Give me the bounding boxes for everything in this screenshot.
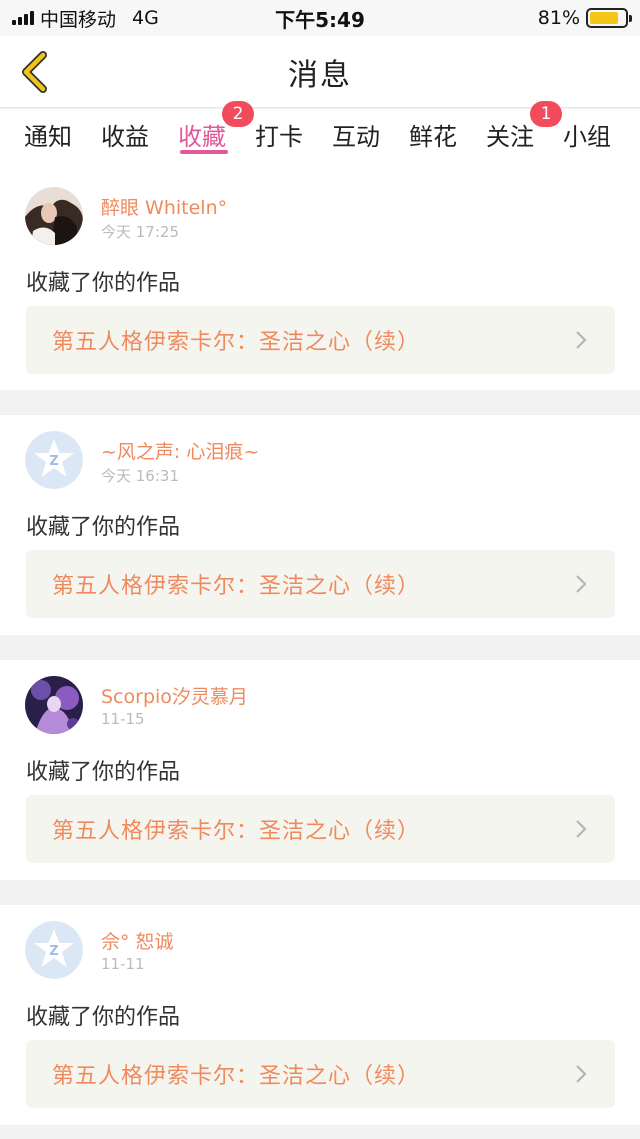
tab-label: 互动 — [332, 123, 380, 151]
status-right: 81% — [408, 7, 632, 29]
tab-label: 打卡 — [255, 123, 303, 151]
username[interactable]: 醉眼 Whiteln° — [101, 193, 227, 220]
tab-favorites[interactable]: 收藏 2 — [178, 101, 255, 171]
work-link[interactable]: 第五人格伊索卡尔：圣洁之心（续） — [26, 1040, 615, 1108]
username[interactable]: Scorpio汐灵慕月 — [101, 682, 248, 709]
network-label: 4G — [132, 7, 159, 29]
signal-icon — [12, 11, 34, 25]
action-text: 收藏了你的作品 — [26, 1005, 181, 1030]
work-link[interactable]: 第五人格伊索卡尔：圣洁之心（续） — [26, 306, 615, 374]
avatar[interactable] — [25, 676, 83, 734]
avatar[interactable] — [25, 187, 83, 245]
list-item: Scorpio汐灵慕月 11-15 收藏了你的作品 第五人格伊索卡尔：圣洁之心（… — [0, 660, 640, 880]
tab-checkin[interactable]: 打卡 — [255, 109, 332, 171]
timestamp: 今天 17:25 — [101, 223, 179, 241]
tab-label: 鲜花 — [409, 123, 457, 151]
timestamp: 11-11 — [101, 955, 145, 973]
work-title: 第五人格伊索卡尔：圣洁之心（续） — [52, 574, 421, 599]
tab-label: 小组 — [563, 123, 611, 151]
battery-level — [590, 12, 618, 24]
user-photo-icon — [25, 676, 83, 734]
message-list: 醉眼 Whiteln° 今天 17:25 收藏了你的作品 第五人格伊索卡尔：圣洁… — [0, 171, 640, 1139]
tab-bar: 通知 收益 收藏 2 打卡 互动 鲜花 关注 1 小组 — [0, 101, 640, 171]
status-bar: 中国移动 4G 下午5:49 81% — [0, 0, 640, 36]
action-text: 收藏了你的作品 — [26, 760, 181, 785]
svg-text:Z: Z — [49, 454, 58, 469]
timestamp: 11-15 — [101, 710, 145, 728]
tab-label: 收藏 — [178, 123, 226, 151]
chevron-right-icon — [576, 820, 587, 838]
tab-label: 通知 — [24, 123, 72, 151]
work-title: 第五人格伊索卡尔：圣洁之心（续） — [52, 330, 421, 355]
username[interactable]: 佘° 恕诚 — [101, 927, 174, 954]
action-text: 收藏了你的作品 — [26, 271, 181, 296]
chevron-right-icon — [576, 575, 587, 593]
svg-text:Z: Z — [49, 944, 58, 959]
battery-percent: 81% — [537, 7, 580, 29]
unread-badge: 1 — [530, 101, 562, 127]
avatar[interactable]: Z — [25, 431, 83, 489]
tab-follow[interactable]: 关注 1 — [486, 101, 563, 171]
tab-label: 收益 — [101, 123, 149, 151]
battery-icon — [586, 8, 632, 28]
tab-interaction[interactable]: 互动 — [332, 109, 409, 171]
tab-label: 关注 — [486, 123, 534, 151]
status-time: 下午5:49 — [275, 7, 365, 32]
username[interactable]: ~风之声: 心泪痕~ — [101, 437, 259, 464]
list-item: 醉眼 Whiteln° 今天 17:25 收藏了你的作品 第五人格伊索卡尔：圣洁… — [0, 171, 640, 390]
work-link[interactable]: 第五人格伊索卡尔：圣洁之心（续） — [26, 795, 615, 863]
tab-notifications[interactable]: 通知 — [24, 109, 101, 171]
tab-groups[interactable]: 小组 — [563, 109, 640, 171]
tab-flowers[interactable]: 鲜花 — [409, 109, 486, 171]
list-item: Z 佘° 恕诚 11-11 收藏了你的作品 第五人格伊索卡尔：圣洁之心（续） — [0, 905, 640, 1125]
action-text: 收藏了你的作品 — [26, 515, 181, 540]
work-title: 第五人格伊索卡尔：圣洁之心（续） — [52, 1064, 421, 1089]
avatar[interactable]: Z — [25, 921, 83, 979]
tab-earnings[interactable]: 收益 — [101, 109, 178, 171]
user-photo-icon — [25, 187, 83, 245]
work-link[interactable]: 第五人格伊索卡尔：圣洁之心（续） — [26, 550, 615, 618]
unread-badge: 2 — [222, 101, 254, 127]
chevron-right-icon — [576, 331, 587, 349]
nav-bar: 消息 — [0, 36, 640, 108]
timestamp: 今天 16:31 — [101, 467, 179, 485]
status-left: 中国移动 4G — [12, 5, 232, 32]
chevron-right-icon — [576, 1065, 587, 1083]
chevron-left-icon — [22, 51, 47, 93]
carrier-label: 中国移动 — [40, 8, 117, 31]
page-title: 消息 — [288, 57, 352, 93]
list-item: Z ~风之声: 心泪痕~ 今天 16:31 收藏了你的作品 第五人格伊索卡尔：圣… — [0, 415, 640, 635]
default-avatar-icon: Z — [25, 431, 83, 489]
default-avatar-icon: Z — [25, 921, 83, 979]
work-title: 第五人格伊索卡尔：圣洁之心（续） — [52, 819, 421, 844]
back-button[interactable] — [14, 50, 54, 94]
